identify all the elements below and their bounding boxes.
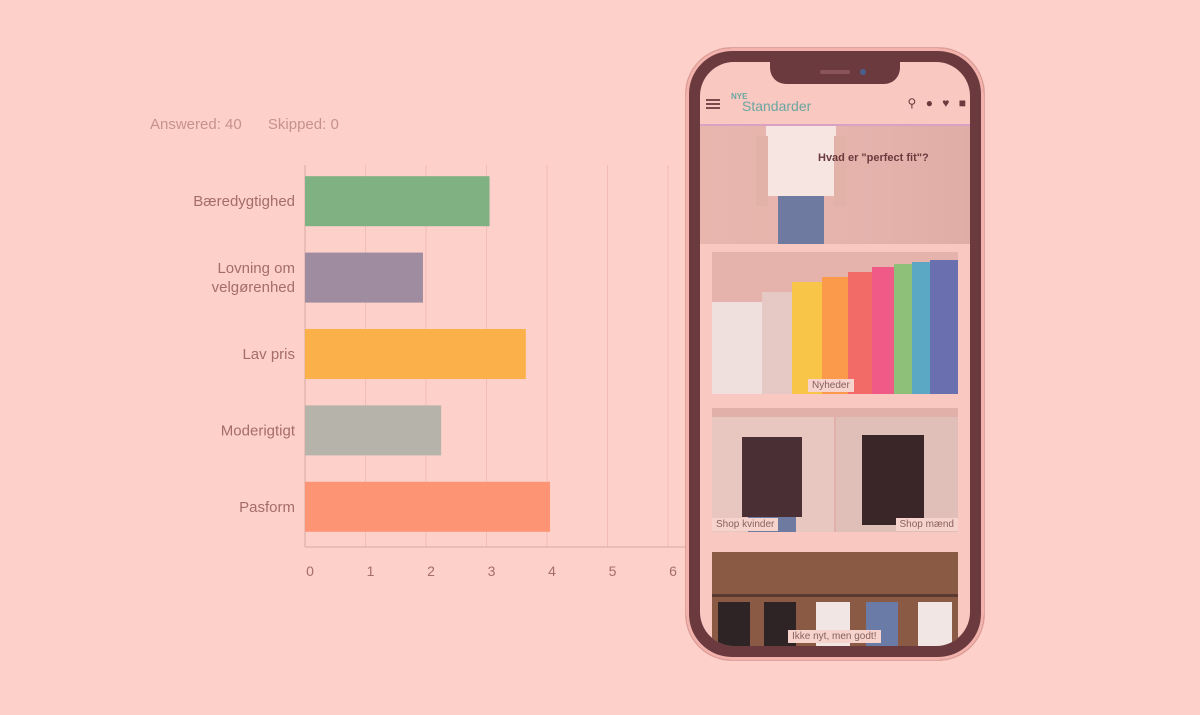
tile-news-label: Nyheder bbox=[808, 379, 854, 392]
tile-classic[interactable]: Ikke nyt, men godt! bbox=[712, 552, 958, 646]
header-icons: ⚲ ● ♥ ■ bbox=[902, 96, 966, 110]
category-label: Lovning om bbox=[217, 260, 295, 277]
hero-image bbox=[756, 126, 846, 244]
bag-icon[interactable]: ■ bbox=[959, 96, 966, 110]
category-label: Moderigtigt bbox=[221, 422, 296, 439]
category-label: velgørenhed bbox=[212, 279, 295, 296]
tshirts-image bbox=[712, 260, 958, 394]
hero-banner[interactable]: Hvad er "perfect fit"? bbox=[700, 124, 970, 244]
bar bbox=[305, 252, 423, 303]
tile-classic-label: Ikke nyt, men godt! bbox=[788, 630, 881, 643]
phone-notch bbox=[770, 62, 900, 84]
shop-men-button[interactable]: Shop mænd bbox=[895, 518, 958, 531]
models-image bbox=[712, 417, 958, 532]
x-tick-label: 6 bbox=[669, 563, 677, 579]
x-tick-label: 1 bbox=[367, 563, 375, 579]
bar-chart: 0 1 2 3 4 5 6 Bæredygtighed Lovning om velgørenhe… bbox=[193, 165, 688, 579]
search-icon[interactable]: ⚲ bbox=[908, 96, 917, 110]
shop-women-button[interactable]: Shop kvinder bbox=[712, 518, 779, 531]
bar bbox=[305, 481, 551, 532]
category-label: Bæredygtighed bbox=[193, 193, 295, 210]
brand-logo[interactable]: Standarder bbox=[742, 98, 811, 114]
user-icon[interactable]: ● bbox=[926, 96, 933, 110]
category-label: Pasform bbox=[239, 499, 295, 516]
x-tick-label: 4 bbox=[548, 563, 556, 579]
tile-shop-split: Shop kvinder Shop mænd bbox=[712, 408, 958, 532]
hero-title: Hvad er "perfect fit"? bbox=[818, 152, 929, 164]
x-tick-label: 2 bbox=[427, 563, 435, 579]
heart-icon[interactable]: ♥ bbox=[942, 96, 949, 110]
category-label: Lav pris bbox=[242, 346, 295, 363]
bar bbox=[305, 405, 442, 456]
menu-icon[interactable] bbox=[706, 99, 720, 101]
app-header: NYE Standarder ⚲ ● ♥ ■ bbox=[700, 90, 970, 122]
x-tick-label: 0 bbox=[306, 563, 314, 579]
phone-screen: NYE Standarder ⚲ ● ♥ ■ Hvad er "perfect … bbox=[700, 62, 970, 646]
x-tick-label: 5 bbox=[609, 563, 617, 579]
phone-mockup: NYE Standarder ⚲ ● ♥ ■ Hvad er "perfect … bbox=[686, 48, 984, 660]
camera-icon bbox=[860, 69, 866, 75]
tile-news[interactable]: Nyheder bbox=[712, 252, 958, 394]
speaker-grille bbox=[820, 70, 850, 74]
x-tick-label: 3 bbox=[488, 563, 496, 579]
bar bbox=[305, 176, 490, 227]
bar bbox=[305, 329, 526, 379]
